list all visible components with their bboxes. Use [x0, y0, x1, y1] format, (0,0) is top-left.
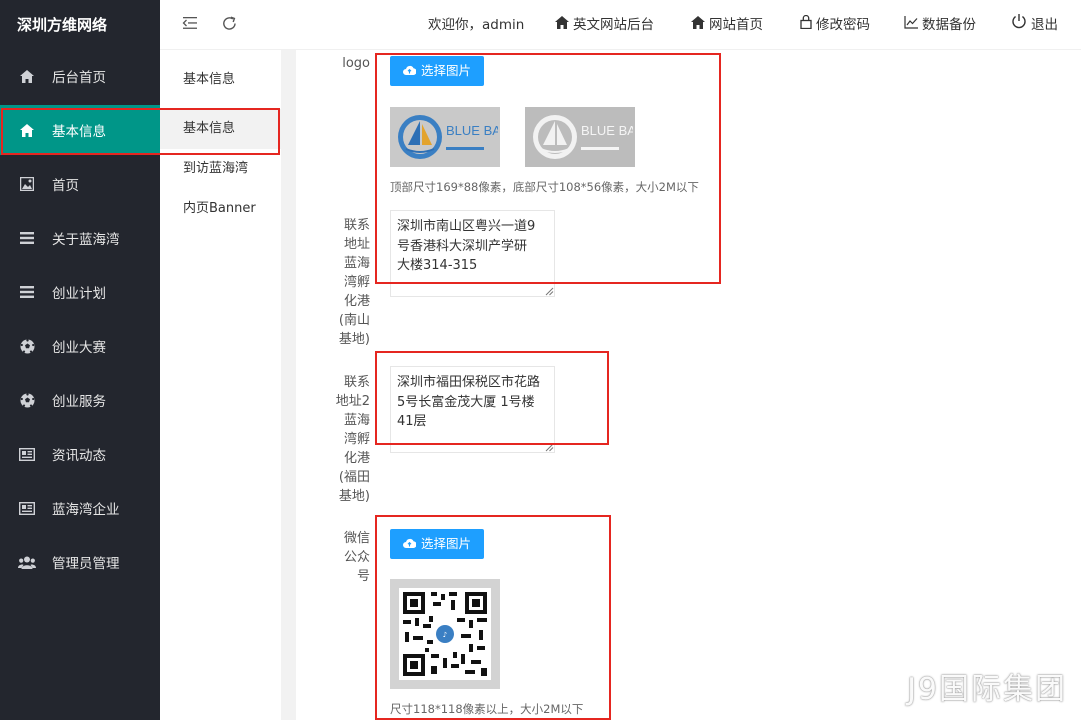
- top-header: 欢迎你，admin 英文网站后台 网站首页 修改密码 数据备份 退出: [160, 0, 1081, 50]
- sidebar-item-news[interactable]: 资讯动态: [0, 429, 160, 479]
- watermark: J9国际集团: [907, 672, 1067, 707]
- sidebar-item-companies[interactable]: 蓝海湾企业: [0, 483, 160, 533]
- highlight-box: [375, 351, 609, 445]
- subnav-title: 基本信息: [183, 72, 236, 87]
- news-icon: [18, 447, 36, 461]
- logout-link[interactable]: 退出: [1011, 0, 1058, 50]
- image-icon: [18, 177, 36, 191]
- lock-icon: [800, 0, 812, 50]
- english-admin-link[interactable]: 英文网站后台: [555, 0, 654, 50]
- highlight-box: [1, 108, 280, 155]
- soccer-icon: [18, 338, 36, 354]
- data-backup-link[interactable]: 数据备份: [904, 0, 976, 50]
- highlight-box: [375, 53, 721, 284]
- news-icon: [18, 501, 36, 515]
- sidebar-item-services[interactable]: 创业服务: [0, 375, 160, 425]
- users-icon: [18, 556, 36, 569]
- sidebar-item-label: 创业计划: [52, 286, 106, 302]
- brand-title: 深圳方维网络: [17, 16, 108, 34]
- sidebar-item-startup-plan[interactable]: 创业计划: [0, 267, 160, 317]
- sidebar-item-label: 关于蓝海湾: [52, 232, 120, 248]
- address1-label: 联系 地址 蓝海 湾孵 化港 (南山 基地): [338, 218, 370, 347]
- wechat-label: 微信 公众号: [343, 531, 370, 584]
- home-icon: [691, 0, 705, 50]
- subnav-item-banner[interactable]: 内页Banner: [160, 189, 281, 229]
- home-icon: [18, 69, 36, 83]
- sidebar-item-admins[interactable]: 管理员管理: [0, 537, 160, 587]
- sidebar-item-label: 首页: [52, 178, 79, 194]
- sidebar-item-label: 蓝海湾企业: [52, 502, 120, 518]
- resize-handle-icon[interactable]: [545, 287, 554, 296]
- welcome-text: 欢迎你，admin: [428, 17, 525, 33]
- subnav-item-visit[interactable]: 到访蓝海湾: [160, 149, 281, 189]
- power-icon: [1011, 0, 1027, 50]
- refresh-icon[interactable]: [221, 15, 238, 36]
- soccer-icon: [18, 392, 36, 408]
- list-icon: [18, 232, 36, 244]
- sidebar-item-label: 后台首页: [52, 70, 106, 86]
- home-icon: [555, 0, 569, 50]
- sidebar-item-about[interactable]: 关于蓝海湾: [0, 213, 160, 263]
- sidebar-item-label: 管理员管理: [52, 556, 120, 572]
- highlight-box: [375, 515, 611, 720]
- address2-label: 联系 地址2 蓝海 湾孵 化港 (福田 基地): [335, 375, 370, 504]
- menu-fold-icon[interactable]: [182, 15, 198, 35]
- sidebar-item-label: 创业服务: [52, 394, 106, 410]
- chart-icon: [904, 0, 918, 50]
- site-home-link[interactable]: 网站首页: [691, 0, 763, 50]
- sidebar-item-homepage[interactable]: 首页: [0, 159, 160, 209]
- sidebar-item-dashboard[interactable]: 后台首页: [0, 51, 160, 101]
- logo-label: logo: [342, 56, 370, 71]
- change-password-link[interactable]: 修改密码: [800, 0, 870, 50]
- sidebar-item-label: 创业大赛: [52, 340, 106, 356]
- sidebar-item-label: 资讯动态: [52, 448, 106, 464]
- sidebar-item-contest[interactable]: 创业大赛: [0, 321, 160, 371]
- list-icon: [18, 286, 36, 298]
